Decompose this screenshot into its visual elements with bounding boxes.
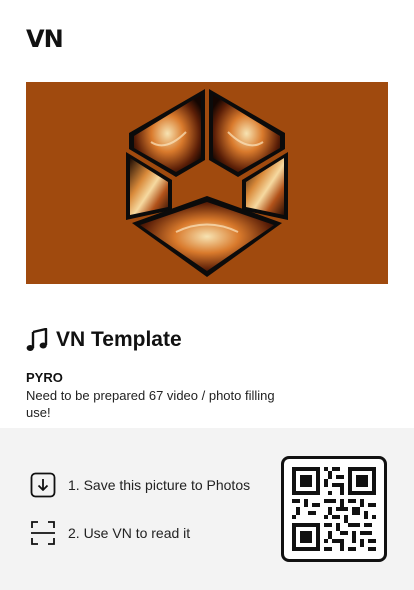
step-scan-with-vn: 2. Use VN to read it [30,520,190,546]
vn-logo: VN [26,25,64,53]
logo-text: VN [26,25,64,53]
step-2-label: 2. Use VN to read it [68,525,191,541]
template-heading: VN Template [26,325,182,355]
template-preview-image [26,82,388,284]
template-heading-text: VN Template [56,328,182,351]
music-note-icon [26,328,48,351]
template-description: Need to be prepared 67 video / photo fil… [26,388,275,420]
hexagon-artwork [26,82,388,284]
scan-icon [31,521,55,545]
download-icon [30,472,56,498]
template-name: PYRO [26,370,63,385]
step-1-label: 1. Save this picture to Photos [68,477,251,493]
qr-code-pattern [292,467,376,551]
step-save-picture: 1. Save this picture to Photos [30,472,250,498]
qr-code [281,456,387,562]
